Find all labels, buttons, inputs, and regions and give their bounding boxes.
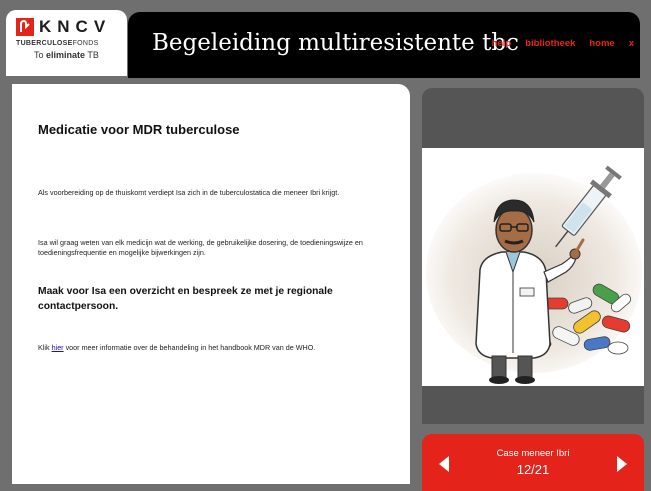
logo: KNCV TUBERCULOSEFONDS To eliminate TB bbox=[6, 10, 127, 76]
doctor-illustration bbox=[422, 148, 644, 386]
nav-help-link[interactable]: help bbox=[492, 38, 512, 49]
nav-home-link[interactable]: home bbox=[589, 38, 614, 49]
page-title: Medicatie voor MDR tuberculose bbox=[38, 122, 240, 137]
case-label: Case meneer Ibri bbox=[496, 448, 570, 459]
case-navigation: Case meneer Ibri 12/21 bbox=[422, 434, 644, 491]
doctor-with-medication-illustration bbox=[426, 165, 642, 384]
more-info-paragraph: Klik hier voor meer informatie over de b… bbox=[38, 343, 316, 352]
logo-tagline: To eliminate TB bbox=[34, 50, 99, 60]
close-link[interactable]: x bbox=[629, 38, 634, 49]
app-title: Begeleiding multiresistente tbc bbox=[152, 30, 519, 56]
image-panel-footer bbox=[422, 386, 644, 424]
task-description-paragraph: Isa wil graag weten van elk medicijn wat… bbox=[38, 238, 363, 257]
header-bar: Begeleiding multiresistente tbc help bib… bbox=[128, 12, 640, 78]
content-panel: Medicatie voor MDR tuberculose Als voorb… bbox=[12, 84, 410, 484]
assignment-text: Maak voor Isa een overzicht en bespreek … bbox=[38, 286, 333, 312]
next-arrow-icon[interactable] bbox=[617, 456, 627, 472]
nav-library-link[interactable]: bibliotheek bbox=[525, 38, 575, 49]
image-panel-header bbox=[422, 88, 644, 148]
kncv-logo-icon bbox=[16, 18, 34, 36]
more-info-link[interactable]: hier bbox=[52, 343, 64, 352]
case-progress: 12/21 bbox=[516, 462, 550, 477]
top-nav: help bibliotheek home x bbox=[492, 38, 634, 49]
logo-letters: KNCV bbox=[39, 17, 112, 36]
intro-paragraph: Als voorbereiding op de thuiskomt verdie… bbox=[38, 188, 340, 197]
logo-subtitle: TUBERCULOSEFONDS bbox=[16, 40, 99, 47]
